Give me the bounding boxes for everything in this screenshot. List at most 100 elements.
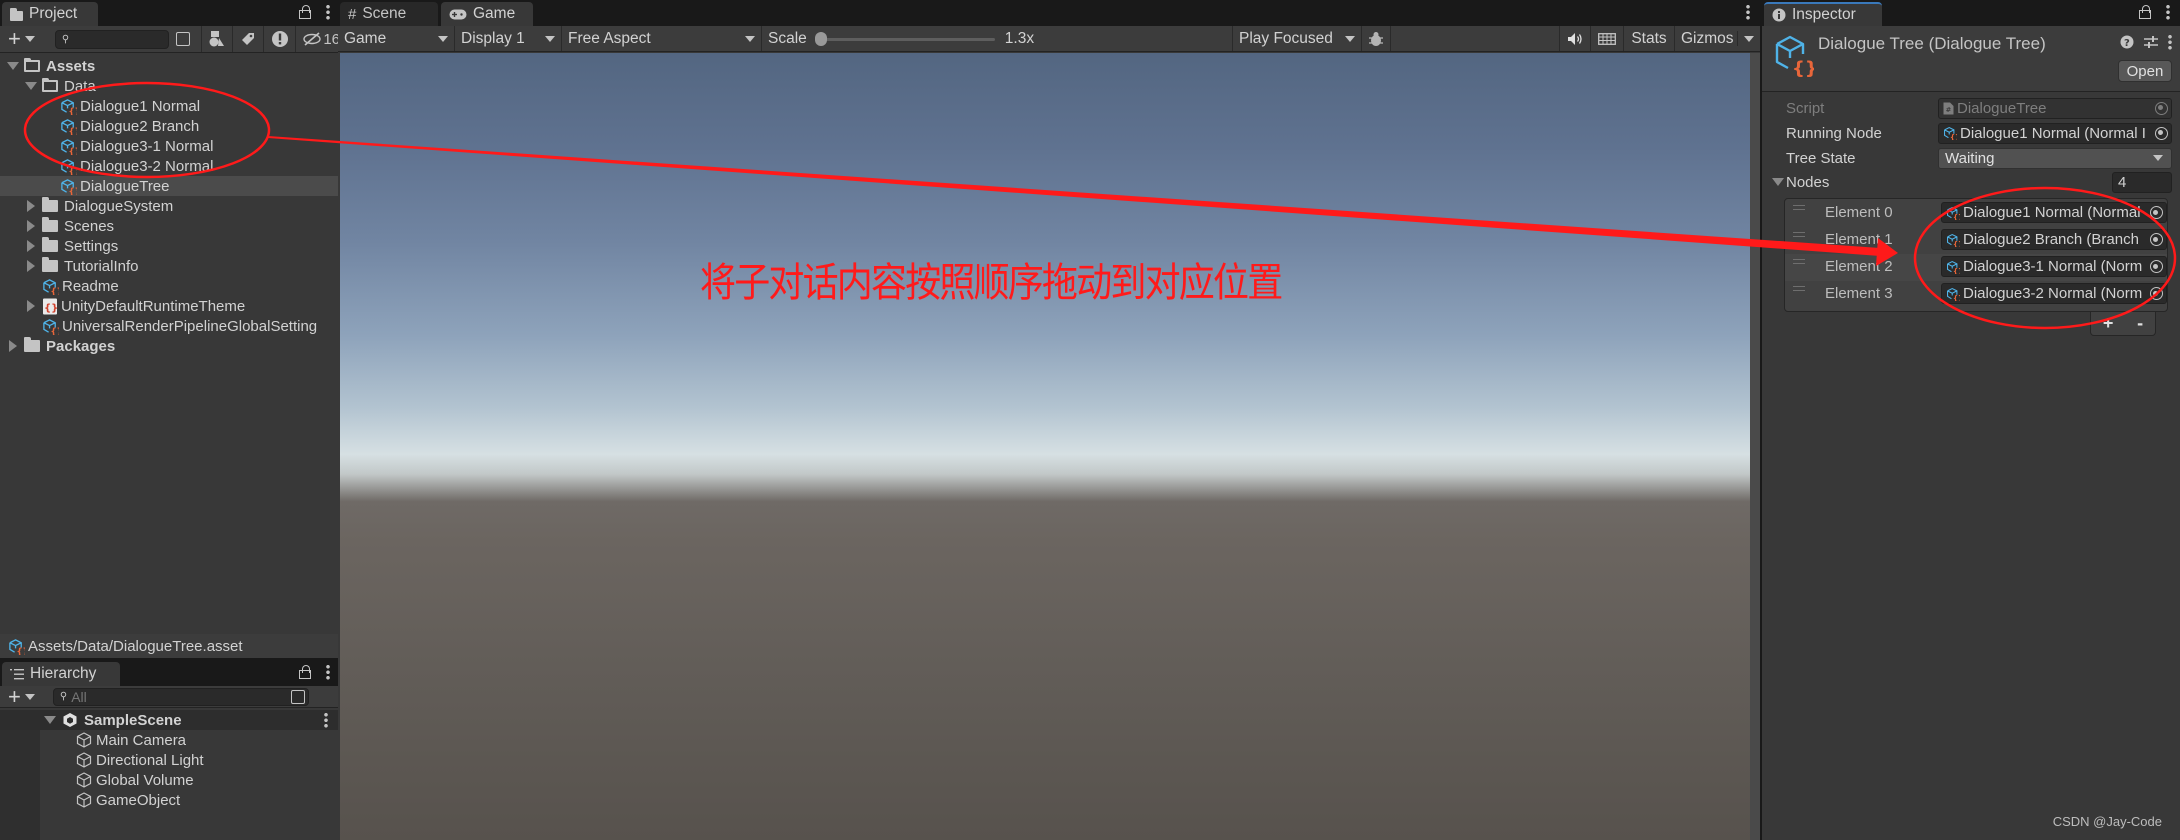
project-tree-item[interactable]: Data: [0, 76, 340, 96]
scriptable-object-icon: [60, 138, 77, 155]
tab-game[interactable]: Game: [441, 2, 533, 26]
hierarchy-object[interactable]: Main Camera: [0, 730, 340, 750]
scale-slider-thumb[interactable]: [814, 31, 827, 46]
gizmos-dropdown[interactable]: [1738, 26, 1760, 51]
object-picker-button[interactable]: [2151, 123, 2171, 143]
game-viewport[interactable]: [340, 53, 1750, 840]
tab-scene[interactable]: # Scene: [340, 2, 438, 26]
filter-log-button[interactable]: [264, 30, 296, 48]
search-mode-button[interactable]: [171, 29, 195, 50]
project-tree-item[interactable]: Assets: [0, 56, 340, 76]
more-options-icon[interactable]: [1746, 4, 1750, 20]
expand-arrow-icon[interactable]: [25, 82, 37, 90]
project-tree-item[interactable]: Dialogue3-2 Normal: [0, 156, 340, 176]
hierarchy-object-label: Directional Light: [96, 751, 204, 769]
hierarchy-search-field[interactable]: [71, 688, 272, 705]
object-picker-button[interactable]: [2146, 203, 2166, 222]
lock-icon[interactable]: [298, 665, 311, 679]
tab-hierarchy[interactable]: Hierarchy: [2, 662, 120, 686]
project-tree-item[interactable]: TutorialInfo: [0, 256, 340, 276]
project-tree-item[interactable]: Packages: [0, 336, 340, 356]
tree-state-dropdown[interactable]: Waiting: [1938, 147, 2172, 169]
project-tree-item[interactable]: Scenes: [0, 216, 340, 236]
more-options-icon[interactable]: [326, 4, 330, 20]
collapse-arrow-icon[interactable]: [27, 220, 35, 232]
element-object-field[interactable]: Dialogue3-2 Normal (Norm: [1941, 283, 2167, 304]
hidden-packages-toggle[interactable]: 16: [296, 31, 340, 48]
add-element-button[interactable]: +: [2103, 313, 2114, 334]
aspect-dropdown[interactable]: Free Aspect: [562, 26, 761, 51]
expand-window-icon[interactable]: [290, 689, 305, 704]
object-picker-button[interactable]: [2146, 284, 2166, 303]
element-object-field[interactable]: Dialogue1 Normal (Normal: [1941, 202, 2167, 223]
gameobject-cube-icon: [76, 792, 92, 808]
create-object-button[interactable]: +: [0, 685, 43, 708]
gizmos-button[interactable]: Gizmos: [1675, 26, 1737, 51]
view-mode-dropdown[interactable]: Game: [338, 26, 454, 51]
project-tree-item[interactable]: Dialogue2 Branch: [0, 116, 340, 136]
mute-audio-button[interactable]: [1560, 26, 1590, 51]
collapse-arrow-icon[interactable]: [27, 300, 35, 312]
drag-handle-icon[interactable]: [1793, 232, 1805, 237]
project-tree-item[interactable]: Dialogue3-1 Normal: [0, 136, 340, 156]
help-icon[interactable]: ?: [2120, 35, 2134, 49]
drag-handle-icon[interactable]: [1793, 259, 1805, 264]
nodes-size-field[interactable]: 4: [2112, 171, 2172, 193]
filter-by-label-button[interactable]: [233, 31, 263, 47]
expand-arrow-icon[interactable]: [1772, 178, 1784, 186]
filter-by-type-button[interactable]: [202, 31, 232, 47]
project-tree-item[interactable]: DialogueSystem: [0, 196, 340, 216]
collapse-arrow-icon[interactable]: [27, 260, 35, 272]
more-options-icon[interactable]: [2166, 4, 2170, 20]
running-node-label: Running Node: [1786, 124, 1882, 142]
project-tree-item[interactable]: Dialogue1 Normal: [0, 96, 340, 116]
more-options-icon[interactable]: [2168, 34, 2172, 50]
tab-project[interactable]: Project: [2, 2, 98, 26]
element-object-field[interactable]: Dialogue3-1 Normal (Norm: [1941, 256, 2167, 277]
project-tree-item[interactable]: UniversalRenderPipelineGlobalSetting: [0, 316, 340, 336]
project-tree-item[interactable]: Settings: [0, 236, 340, 256]
drag-handle-icon[interactable]: [1793, 286, 1805, 291]
project-tree-item-label: Readme: [62, 277, 119, 295]
shortcuts-button[interactable]: [1591, 26, 1623, 51]
hierarchy-object[interactable]: GameObject: [0, 790, 340, 810]
more-options-icon[interactable]: [326, 664, 330, 680]
hierarchy-search-input[interactable]: ⚲: [52, 687, 309, 706]
scene-more-options-icon[interactable]: [324, 712, 328, 728]
collapse-arrow-icon[interactable]: [27, 200, 35, 212]
scale-slider[interactable]: [814, 31, 995, 46]
create-button[interactable]: +: [0, 28, 43, 50]
open-button[interactable]: Open: [2118, 60, 2172, 82]
tab-inspector[interactable]: Inspector: [1764, 2, 1882, 26]
hierarchy-object-label: GameObject: [96, 791, 181, 809]
scene-row[interactable]: SampleScene: [0, 710, 340, 730]
tab-inspector-label: Inspector: [1792, 6, 1856, 23]
play-mode-dropdown[interactable]: Play Focused: [1233, 26, 1361, 51]
project-tree-item[interactable]: DialogueTree: [0, 176, 340, 196]
hierarchy-object[interactable]: Directional Light: [0, 750, 340, 770]
remove-element-button[interactable]: -: [2137, 313, 2143, 334]
running-node-field[interactable]: Dialogue1 Normal (Normal I: [1938, 122, 2172, 144]
collapse-arrow-icon[interactable]: [9, 340, 17, 352]
lock-icon[interactable]: [298, 5, 311, 19]
drag-handle-icon[interactable]: [1793, 205, 1805, 210]
collapse-arrow-icon[interactable]: [27, 240, 35, 252]
expand-arrow-icon[interactable]: [44, 716, 56, 724]
element-object-field[interactable]: Dialogue2 Branch (Branch: [1941, 229, 2167, 250]
lock-icon[interactable]: [2138, 5, 2151, 19]
hierarchy-object-label: Main Camera: [96, 731, 187, 749]
project-tree-item[interactable]: {} UnityDefaultRuntimeTheme: [0, 296, 340, 316]
frame-debugger-button[interactable]: [1362, 26, 1390, 51]
display-dropdown[interactable]: Display 1: [455, 26, 561, 51]
object-picker-button[interactable]: [2146, 230, 2166, 249]
object-picker-button[interactable]: [2146, 257, 2166, 276]
hierarchy-object[interactable]: Global Volume: [0, 770, 340, 790]
expand-arrow-icon[interactable]: [7, 62, 19, 70]
presets-icon[interactable]: [2144, 35, 2158, 49]
project-search-input[interactable]: ⚲: [54, 29, 169, 49]
viewport-scrollbar[interactable]: [1750, 53, 1760, 840]
stats-button[interactable]: Stats: [1624, 26, 1674, 51]
warning-circle-icon: [271, 31, 288, 47]
project-tree-item[interactable]: Readme: [0, 276, 340, 296]
project-search-field[interactable]: [69, 31, 160, 47]
